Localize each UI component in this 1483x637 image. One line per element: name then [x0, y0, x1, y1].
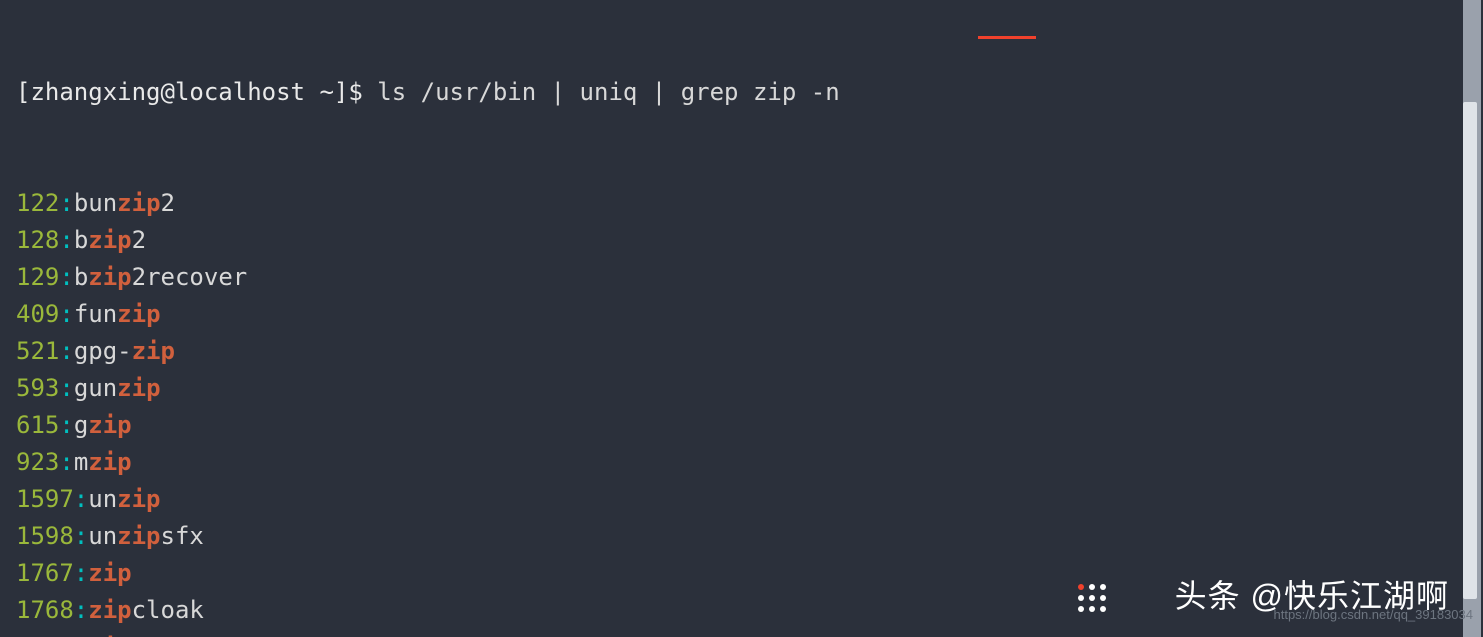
text-post: sfx	[161, 522, 204, 550]
separator-colon: :	[74, 522, 88, 550]
prompt-end: ]$	[334, 78, 377, 106]
text-post: grep	[132, 633, 190, 637]
separator-colon: :	[59, 448, 73, 476]
output-line: 521:gpg-zip	[16, 333, 1459, 370]
match-highlight: zip	[132, 337, 175, 365]
text-pre: m	[74, 448, 88, 476]
separator-colon: :	[74, 485, 88, 513]
prompt-host: localhost	[175, 78, 305, 106]
line-number: 1597	[16, 485, 74, 513]
line-number: 409	[16, 300, 59, 328]
separator-colon: :	[74, 596, 88, 624]
match-highlight: zip	[88, 226, 131, 254]
csdn-watermark: https://blog.csdn.net/qq_39183034	[1274, 596, 1474, 633]
match-highlight: zip	[117, 485, 160, 513]
prompt-path: ~	[305, 78, 334, 106]
line-number: 1768	[16, 596, 74, 624]
command-text: ls /usr/bin | uniq | grep zip -n	[377, 78, 839, 106]
line-number: 593	[16, 374, 59, 402]
line-number: 521	[16, 337, 59, 365]
text-pre: gpg-	[74, 337, 132, 365]
match-highlight: zip	[88, 411, 131, 439]
toutiao-logo-icon	[1075, 581, 1109, 615]
output-line: 1597:unzip	[16, 481, 1459, 518]
bracket-open: [	[16, 78, 30, 106]
output-line: 615:gzip	[16, 407, 1459, 444]
output-line: 593:gunzip	[16, 370, 1459, 407]
text-pre: b	[74, 263, 88, 291]
match-highlight: zip	[88, 448, 131, 476]
output-line: 128:bzip2	[16, 222, 1459, 259]
line-number: 923	[16, 448, 59, 476]
match-highlight: zip	[117, 522, 160, 550]
text-pre: un	[88, 522, 117, 550]
text-post: 2	[161, 189, 175, 217]
separator-colon: :	[59, 189, 73, 217]
separator-colon: :	[59, 374, 73, 402]
output-line: 1598:unzipsfx	[16, 518, 1459, 555]
match-highlight: zip	[117, 300, 160, 328]
text-pre: gun	[74, 374, 117, 402]
separator-colon: :	[59, 263, 73, 291]
separator-colon: :	[59, 337, 73, 365]
output-line: 122:bunzip2	[16, 185, 1459, 222]
separator-colon: :	[74, 559, 88, 587]
text-pre: fun	[74, 300, 117, 328]
separator-colon: :	[59, 411, 73, 439]
text-post: 2	[132, 226, 146, 254]
line-number: 129	[16, 263, 59, 291]
line-number: 1598	[16, 522, 74, 550]
match-highlight: zip	[88, 559, 131, 587]
grep-output: 122:bunzip2128:bzip2129:bzip2recover409:…	[16, 185, 1459, 637]
terminal-window: { "prompt": { "open": "[", "user": "zhan…	[0, 0, 1483, 637]
text-post: cloak	[132, 596, 204, 624]
annotation-underline	[978, 36, 1036, 39]
text-pre: bun	[74, 189, 117, 217]
text-pre: un	[88, 485, 117, 513]
terminal-content[interactable]: [zhangxing@localhost ~]$ ls /usr/bin | u…	[16, 0, 1459, 637]
line-number: 615	[16, 411, 59, 439]
match-highlight: zip	[117, 189, 160, 217]
match-highlight: zip	[117, 374, 160, 402]
text-pre: b	[74, 226, 88, 254]
line-number: 122	[16, 189, 59, 217]
text-pre: g	[74, 411, 88, 439]
match-highlight: zip	[88, 596, 131, 624]
text-post: 2recover	[132, 263, 248, 291]
output-line: 129:bzip2recover	[16, 259, 1459, 296]
scrollbar-track[interactable]	[1463, 0, 1481, 637]
line-number: 1767	[16, 559, 74, 587]
separator-colon: :	[59, 300, 73, 328]
match-highlight: zip	[88, 633, 131, 637]
separator-colon: :	[59, 226, 73, 254]
prompt-at: @	[161, 78, 175, 106]
output-line: 1769:zipgrep	[16, 629, 1459, 637]
line-number: 128	[16, 226, 59, 254]
output-line: 409:funzip	[16, 296, 1459, 333]
prompt-line: [zhangxing@localhost ~]$ ls /usr/bin | u…	[16, 74, 1459, 111]
match-highlight: zip	[88, 263, 131, 291]
output-line: 923:mzip	[16, 444, 1459, 481]
prompt-user: zhangxing	[30, 78, 160, 106]
scrollbar-thumb[interactable]	[1463, 102, 1477, 599]
separator-colon: :	[74, 633, 88, 637]
line-number: 1769	[16, 633, 74, 637]
